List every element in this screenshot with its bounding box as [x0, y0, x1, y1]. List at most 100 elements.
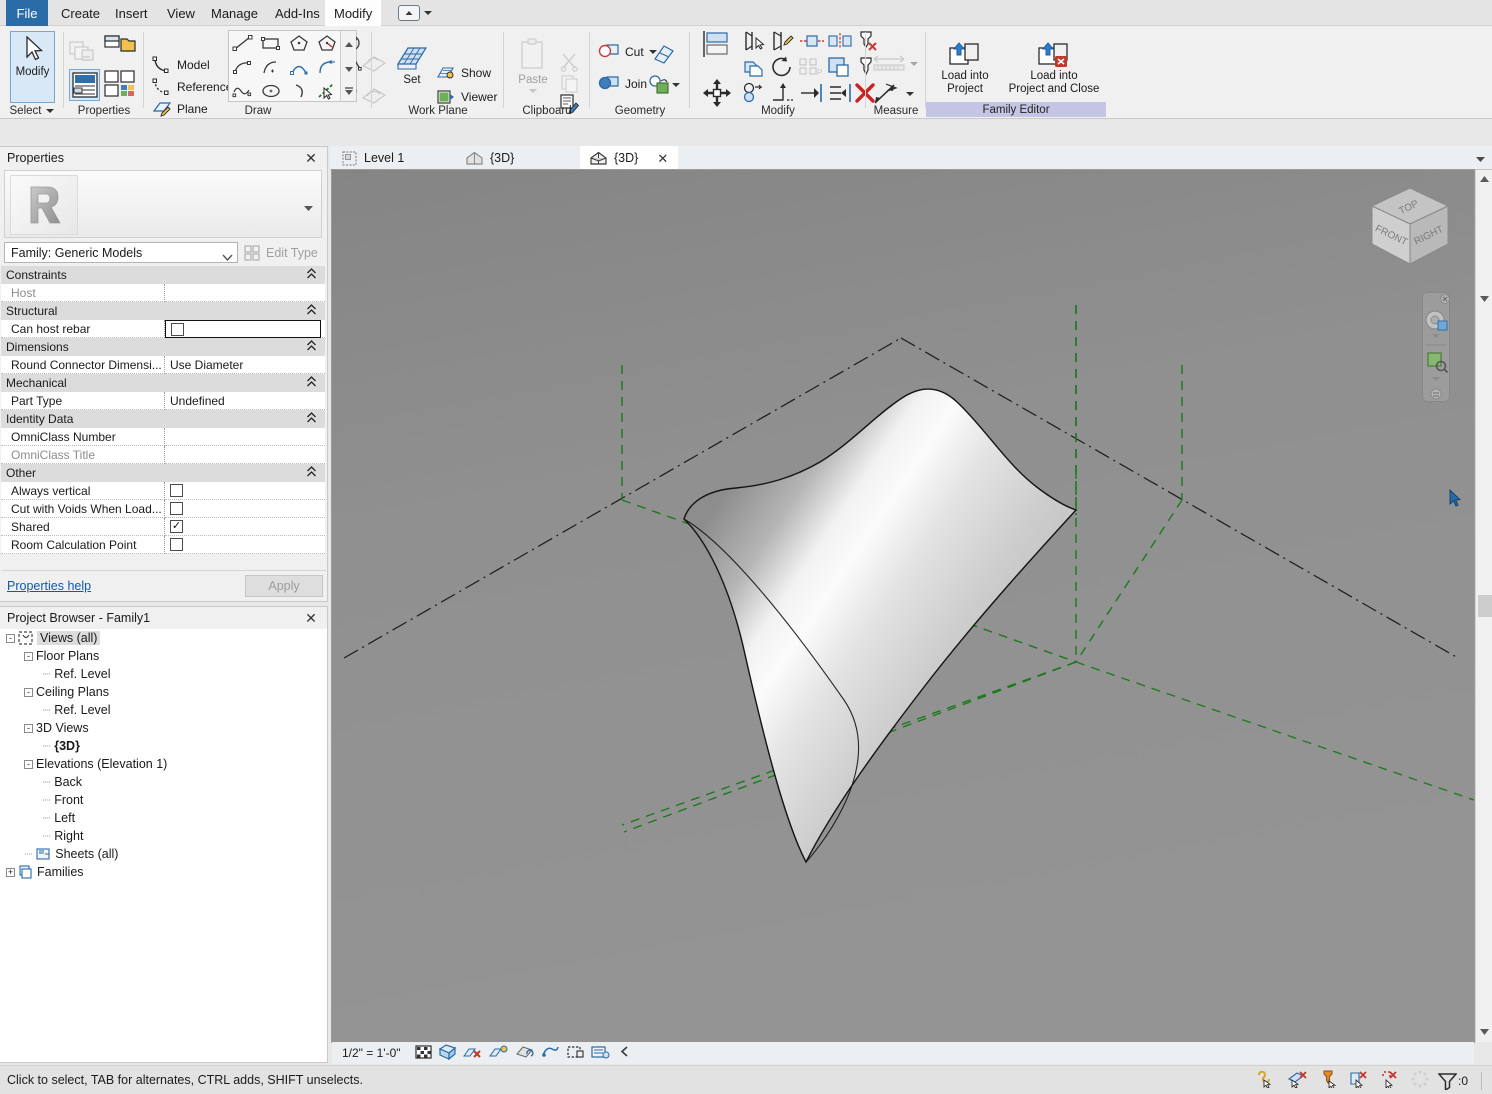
- load-into-project-button[interactable]: Load into Project: [930, 40, 1000, 96]
- preview-dropdown-icon[interactable]: [303, 201, 314, 215]
- scrollbar-thumb[interactable]: [1478, 595, 1492, 617]
- tree-item-3d[interactable]: ∙∙∙∙{3D}: [0, 737, 327, 755]
- property-value[interactable]: [165, 536, 325, 554]
- tree-item-ceiling-plans[interactable]: -Ceiling Plans: [0, 683, 327, 701]
- tab-file[interactable]: File: [6, 0, 48, 26]
- tab-modify[interactable]: Modify: [325, 0, 381, 26]
- filter-button[interactable]: :0: [1438, 1072, 1468, 1090]
- property-row[interactable]: Part TypeUndefined: [1, 392, 325, 410]
- split-element-button[interactable]: [827, 32, 853, 53]
- property-value[interactable]: Use Diameter: [165, 356, 325, 374]
- trim-extend-multiple-button[interactable]: [770, 82, 796, 107]
- tree-item-elevations-elevation-1[interactable]: -Elevations (Elevation 1): [0, 755, 327, 773]
- demolish-button[interactable]: [648, 74, 684, 96]
- property-row[interactable]: Cut with Voids When Load...: [1, 500, 325, 518]
- collapse-toggle-icon[interactable]: -: [24, 652, 33, 661]
- scroll-up-icon[interactable]: [1476, 170, 1492, 187]
- gallery-scroll-down-icon[interactable]: [344, 62, 354, 76]
- property-group-header[interactable]: Structural: [1, 302, 325, 320]
- draw-rectangle-tool[interactable]: [257, 31, 285, 54]
- view-tab-3d-inactive[interactable]: {3D}: [456, 146, 524, 170]
- property-checkbox[interactable]: [170, 502, 183, 515]
- split-face-button[interactable]: [652, 42, 676, 66]
- collapse-toggle-icon[interactable]: -: [6, 634, 15, 643]
- collapse-icon[interactable]: [306, 466, 317, 482]
- work-plane-viewer-button[interactable]: Viewer: [436, 88, 497, 106]
- geometry-cut-button[interactable]: Cut: [598, 42, 657, 62]
- property-group-header[interactable]: Mechanical: [1, 374, 325, 392]
- cut-clipboard-button[interactable]: [560, 52, 580, 72]
- draw-pick-lines-tool[interactable]: [313, 79, 341, 102]
- family-category-parameters-button[interactable]: [104, 70, 137, 98]
- view-tab-3d-active[interactable]: {3D} ✕: [580, 146, 678, 170]
- trim-extend-to-corner-button[interactable]: [827, 82, 853, 107]
- tab-add-ins[interactable]: Add-Ins: [266, 0, 329, 26]
- property-group-header[interactable]: Constraints: [1, 266, 325, 284]
- properties-help-link[interactable]: Properties help: [7, 579, 91, 593]
- scale-button[interactable]: [827, 56, 851, 81]
- trim-extend-single-button[interactable]: [798, 82, 824, 107]
- collapse-icon[interactable]: [306, 340, 317, 356]
- tree-item-3d-views[interactable]: -3D Views: [0, 719, 327, 737]
- crop-view-icon[interactable]: [541, 1044, 560, 1063]
- draw-gallery-scrollbar[interactable]: [340, 31, 356, 101]
- property-value[interactable]: ✓: [165, 518, 325, 536]
- scroll-page-up-icon[interactable]: [1476, 290, 1492, 307]
- temporary-hide-isolate-icon[interactable]: [591, 1044, 610, 1063]
- load-into-project-and-close-button[interactable]: Load into Project and Close: [1002, 40, 1106, 96]
- copy-button[interactable]: [742, 56, 768, 81]
- gallery-scroll-up-icon[interactable]: [344, 37, 354, 51]
- draw-reference-button[interactable]: Reference: [152, 78, 232, 96]
- property-row[interactable]: Round Connector Dimensi...Use Diameter: [1, 356, 325, 374]
- shadows-off-icon[interactable]: [489, 1044, 509, 1063]
- edit-type-button[interactable]: Edit Type: [244, 242, 318, 263]
- collapse-icon[interactable]: [306, 304, 317, 320]
- visual-style-icon[interactable]: [438, 1044, 457, 1063]
- property-checkbox[interactable]: ✓: [170, 520, 183, 533]
- property-row[interactable]: Room Calculation Point: [1, 536, 325, 554]
- work-plane-set-button[interactable]: Set: [394, 42, 430, 87]
- tree-item-right[interactable]: ∙∙∙∙Right: [0, 827, 327, 845]
- select-panel-dropdown[interactable]: Select: [0, 105, 64, 117]
- property-checkbox[interactable]: [171, 323, 184, 336]
- mirror-draw-axis-button[interactable]: [799, 32, 825, 53]
- tab-view[interactable]: View: [158, 0, 204, 26]
- gallery-expand-icon[interactable]: [344, 85, 354, 99]
- tree-item-sheets-all[interactable]: ∙∙∙∙Sheets (all): [0, 845, 327, 863]
- work-plane-show-button[interactable]: Show: [436, 64, 491, 82]
- sun-path-off-icon[interactable]: [463, 1044, 483, 1063]
- close-icon[interactable]: ✕: [303, 150, 319, 166]
- close-icon[interactable]: ✕: [303, 610, 319, 626]
- detail-level-icon[interactable]: [415, 1044, 432, 1063]
- render-icon[interactable]: [515, 1044, 535, 1063]
- canvas-vertical-scrollbar[interactable]: [1475, 170, 1492, 1042]
- tree-item-views-all[interactable]: -Views (all): [0, 629, 327, 647]
- crop-region-icon[interactable]: [566, 1044, 585, 1063]
- property-value[interactable]: Undefined: [165, 392, 325, 410]
- collapse-toggle-icon[interactable]: -: [24, 760, 33, 769]
- type-selector[interactable]: Family: Generic Models: [4, 242, 238, 263]
- chevron-down-icon[interactable]: [672, 83, 680, 87]
- view-cube[interactable]: TOP FRONT RIGHT: [1362, 180, 1458, 276]
- chevron-down-icon[interactable]: [906, 92, 914, 96]
- view-scale-label[interactable]: 1/2" = 1'-0": [342, 1046, 401, 1060]
- chevron-down-icon[interactable]: [222, 250, 233, 264]
- property-group-header[interactable]: Other: [1, 464, 325, 482]
- mirror-copy-button[interactable]: [742, 82, 768, 107]
- collapse-icon[interactable]: [306, 412, 317, 428]
- exclude-pinned-icon[interactable]: [1318, 1070, 1340, 1091]
- property-value[interactable]: [165, 482, 325, 500]
- property-group-header[interactable]: Identity Data: [1, 410, 325, 428]
- collapse-toggle-icon[interactable]: -: [24, 724, 33, 733]
- property-row[interactable]: Shared✓: [1, 518, 325, 536]
- property-group-header[interactable]: Dimensions: [1, 338, 325, 356]
- measure-between-references-button[interactable]: [872, 54, 918, 74]
- mirror-pick-axis-button[interactable]: [770, 30, 796, 55]
- align-button[interactable]: [702, 30, 732, 58]
- draw-tool-gallery[interactable]: [228, 30, 357, 102]
- property-value-editor[interactable]: [165, 320, 321, 338]
- tree-item-back[interactable]: ∙∙∙∙Back: [0, 773, 327, 791]
- collapse-toggle-icon[interactable]: -: [24, 688, 33, 697]
- draw-arc-center-ends-tool[interactable]: [257, 55, 285, 78]
- editable-only-icon[interactable]: [1256, 1070, 1278, 1091]
